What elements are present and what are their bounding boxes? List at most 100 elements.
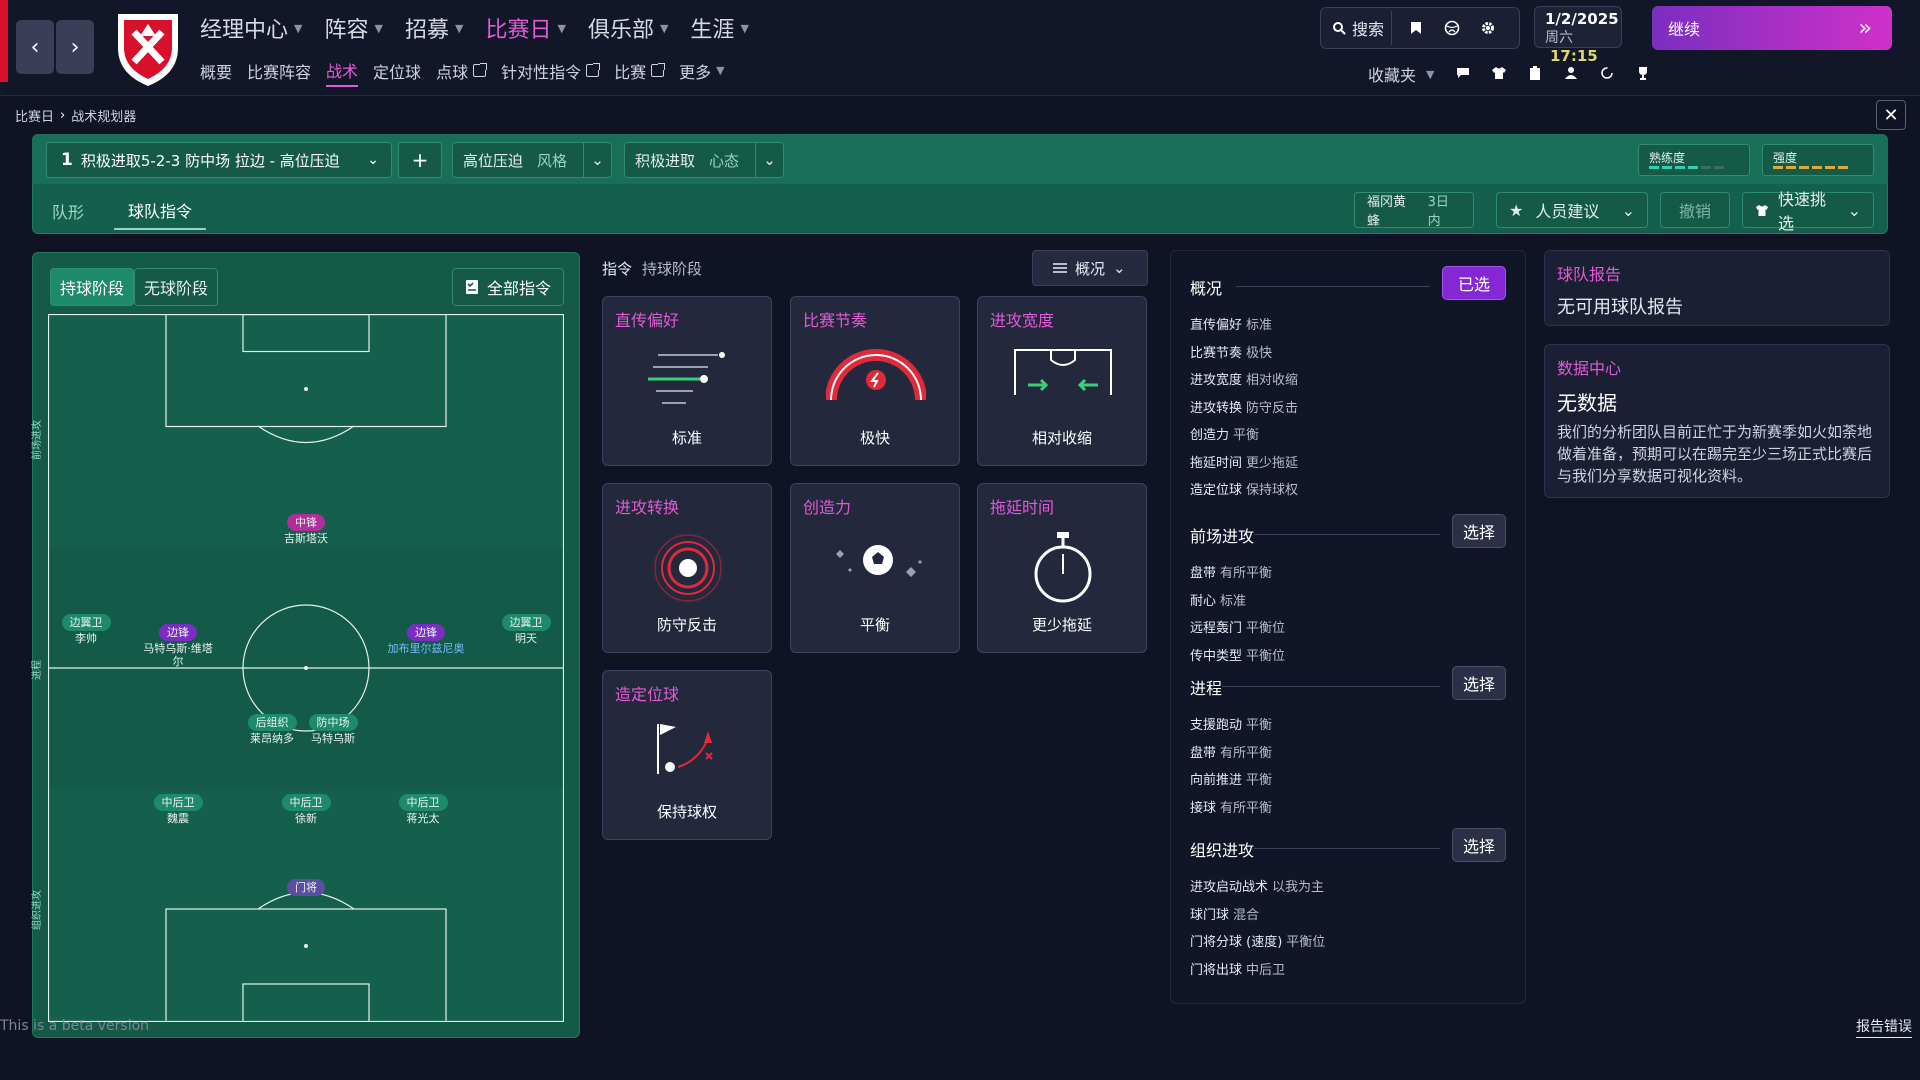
summary-overview-select-button[interactable]: 已选 (1442, 266, 1506, 300)
sub-nav-item[interactable]: 更多 ▼ (679, 59, 724, 86)
style-label: 风格 (537, 151, 568, 170)
summary-buildup-row-key: 门将分球 (速度) (1190, 935, 1283, 950)
globe-button[interactable] (1434, 11, 1470, 45)
player-name: 吉斯塔沃 (284, 532, 328, 545)
chevron-down-icon: ⌄ (1113, 259, 1126, 277)
player-role-pill[interactable]: 中后卫 (398, 794, 448, 811)
player-marker[interactable]: 防中场 马特乌斯 (293, 714, 373, 745)
summary-buildup-row-value: 混合 (1233, 907, 1260, 923)
main-nav-item[interactable]: 招募 ▼ (405, 12, 463, 44)
player-marker[interactable]: 边锋 马特乌斯·维塔尔 (138, 624, 218, 668)
player-marker[interactable]: 门将 (266, 879, 346, 896)
summary-overview-row: 创造力 平衡 (1190, 424, 1259, 443)
team-report-text: 无可用球队报告 (1557, 297, 1683, 318)
next-opponent[interactable]: 福冈黄蜂 3日内 (1354, 192, 1474, 229)
instruction-card[interactable]: 造定位球 保持球权 (602, 670, 772, 840)
sub-nav-item[interactable]: 战术 (326, 58, 359, 87)
player-role-pill[interactable]: 中后卫 (281, 794, 331, 811)
summary-overview-row-value: 极快 (1246, 345, 1273, 361)
settings-button[interactable] (1470, 11, 1506, 45)
staff-icon[interactable] (1560, 62, 1582, 84)
summary-buildup-row: 门将分球 (速度) 平衡位 (1190, 931, 1325, 950)
main-nav-item[interactable]: 俱乐部 ▼ (588, 12, 668, 44)
style-value: 高位压迫 (463, 151, 524, 170)
all-instructions-button[interactable]: 全部指令 (452, 268, 564, 306)
team-report-panel: 球队报告 无可用球队报告 (1544, 250, 1890, 326)
player-marker[interactable]: 中后卫 蒋光太 (383, 794, 463, 825)
continue-button[interactable]: 继续 » (1652, 6, 1892, 50)
overview-dropdown[interactable]: 概况 ⌄ (1032, 250, 1148, 286)
sub-nav-item[interactable]: 概要 (200, 59, 232, 86)
search-button[interactable]: 搜索 (1324, 11, 1392, 45)
instruction-card-title: 进攻宽度 (990, 311, 1055, 330)
instruction-card[interactable]: 比赛节奏 极快 (790, 296, 960, 466)
instruction-card[interactable]: 拖延时间 更少拖延 (977, 483, 1147, 653)
close-button[interactable]: ✕ (1876, 100, 1906, 130)
player-role-pill[interactable]: 中锋 (287, 514, 325, 531)
player-role-pill[interactable]: 边锋 (159, 624, 197, 641)
sub-nav-item[interactable]: 点球 (436, 59, 488, 86)
instruction-card[interactable]: 直传偏好 标准 (602, 296, 772, 466)
instruction-card[interactable]: 进攻宽度 相对收缩 (977, 296, 1147, 466)
main-nav-item[interactable]: 生涯 ▼ (690, 12, 748, 44)
trophy-icon[interactable] (1632, 62, 1654, 84)
player-name: 马特乌斯 (311, 732, 355, 745)
player-marker[interactable]: 边翼卫 明天 (486, 614, 566, 645)
chat-icon[interactable] (1452, 62, 1474, 84)
clipboard-icon[interactable] (1524, 62, 1546, 84)
report-bug-link[interactable]: 报告错误 (1856, 1016, 1912, 1038)
player-marker[interactable]: 中锋 吉斯塔沃 (266, 514, 346, 545)
style-dropdown[interactable]: 高位压迫 风格 ⌄ (452, 142, 612, 178)
refresh-icon[interactable] (1596, 62, 1618, 84)
player-role-pill[interactable]: 边翼卫 (501, 614, 551, 631)
tactic-selector[interactable]: 1 积极进取5-2-3 防中场 拉边 - 高位压迫 ⌄ (46, 142, 392, 178)
suggestion-dropdown[interactable]: ★ 人员建议 ⌄ (1496, 192, 1648, 228)
player-marker[interactable]: 中后卫 魏震 (138, 794, 218, 825)
list-icon (1053, 263, 1067, 273)
player-role-pill[interactable]: 门将 (287, 879, 325, 896)
player-marker[interactable]: 中后卫 徐新 (266, 794, 346, 825)
breadcrumb-root[interactable]: 比赛日 (15, 106, 54, 125)
bookmark-button[interactable] (1398, 11, 1434, 45)
player-name: 蒋光太 (406, 812, 440, 825)
mentality-dropdown[interactable]: 积极进取 心态 ⌄ (624, 142, 784, 178)
summary-overview-row-key: 直传偏好 (1190, 318, 1243, 333)
player-marker[interactable]: 边翼卫 李帅 (46, 614, 126, 645)
instruction-card[interactable]: 进攻转换 防守反击 (602, 483, 772, 653)
summary-progression-select-button[interactable]: 选择 (1452, 666, 1506, 700)
tab-team-instructions[interactable]: 球队指令 (114, 192, 207, 230)
sub-nav-item[interactable]: 比赛 (614, 59, 666, 86)
add-tactic-button[interactable]: + (398, 142, 442, 178)
main-nav-item[interactable]: 阵容 ▼ (324, 12, 382, 44)
player-role-pill[interactable]: 防中场 (308, 714, 358, 731)
game-date[interactable]: 1/2/2025 周六17:15 (1534, 6, 1622, 65)
player-role-pill[interactable]: 边锋 (407, 624, 445, 641)
instructions-phase: 持球阶段 (642, 260, 703, 278)
player-role-pill[interactable]: 中后卫 (153, 794, 203, 811)
quick-pick-dropdown[interactable]: 快速挑选 ⌄ (1742, 190, 1874, 233)
familiarity-meter[interactable]: 熟练度 (1638, 144, 1750, 176)
player-role-pill[interactable]: 后组织 (247, 714, 297, 731)
main-nav-item[interactable]: 比赛日 ▼ (485, 12, 565, 44)
main-nav-item[interactable]: 经理中心 ▼ (200, 12, 302, 44)
player-role-pill[interactable]: 边翼卫 (61, 614, 111, 631)
shirt-icon[interactable] (1488, 62, 1510, 84)
summary-buildup-select-button[interactable]: 选择 (1452, 828, 1506, 862)
undo-button[interactable]: 撤销 (1660, 192, 1730, 228)
out-of-possession-button[interactable]: 无球阶段 (134, 268, 219, 306)
sub-nav-item[interactable]: 比赛阵容 (247, 59, 311, 86)
in-possession-button[interactable]: 持球阶段 (50, 268, 135, 306)
chevron-down-icon: ▼ (294, 21, 303, 35)
club-logo[interactable] (112, 8, 184, 88)
sub-nav-item[interactable]: 定位球 (373, 59, 421, 86)
summary-final-third-select-button[interactable]: 选择 (1452, 514, 1506, 548)
favorites-dropdown[interactable]: 收藏夹 ▼ (1368, 62, 1434, 86)
tab-formation[interactable]: 队形 (52, 193, 84, 229)
instruction-card[interactable]: 创造力 平衡 (790, 483, 960, 653)
player-marker[interactable]: 边锋 加布里尔兹尼奥 (386, 624, 466, 655)
back-button[interactable]: ‹ (16, 20, 54, 74)
forward-button[interactable]: › (56, 20, 94, 74)
summary-buildup-row: 进攻启动战术 以我为主 (1190, 876, 1324, 895)
sub-nav-item[interactable]: 针对性指令 (501, 59, 601, 86)
intensity-meter[interactable]: 强度 (1762, 144, 1874, 176)
